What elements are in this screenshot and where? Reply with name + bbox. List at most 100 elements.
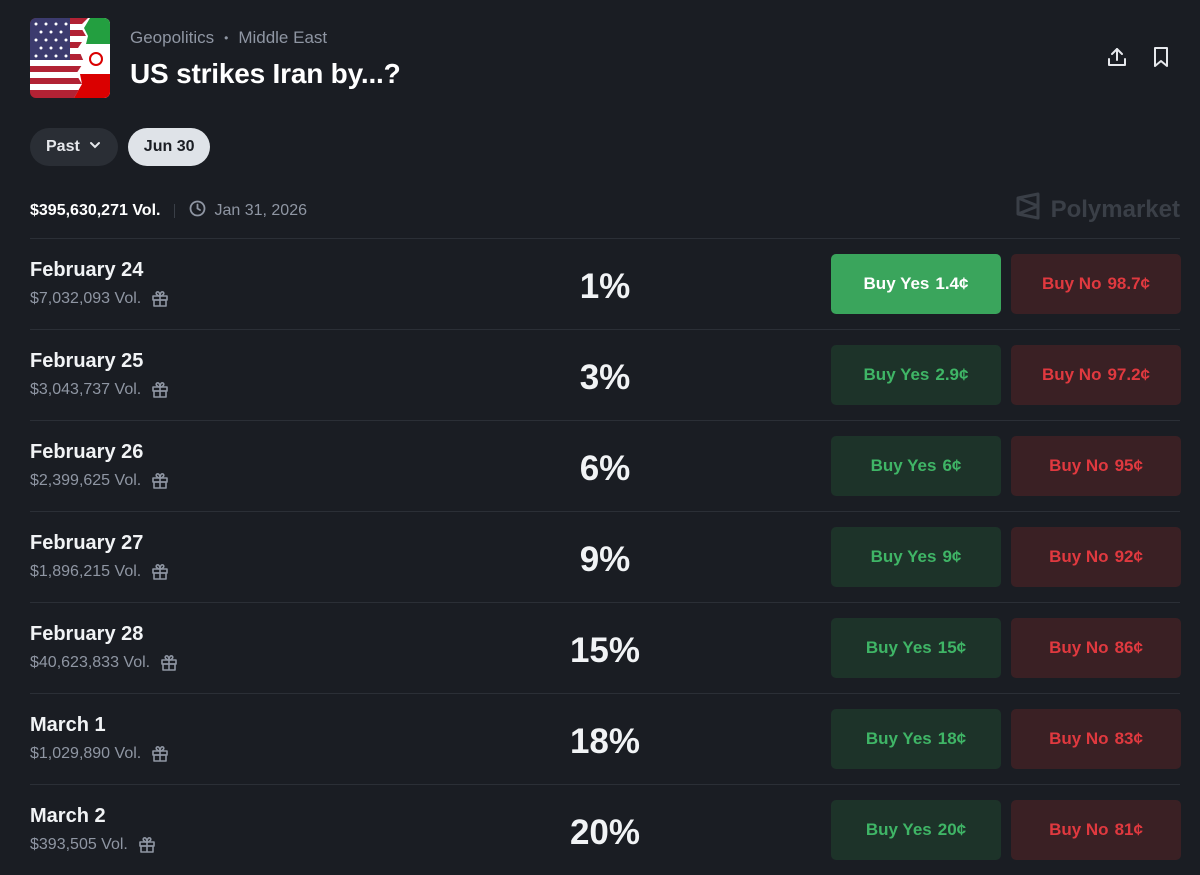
buy-no-label: Buy No <box>1041 274 1102 293</box>
buy-yes-price: 2.9¢ <box>935 365 969 384</box>
buy-no-price: 98.7¢ <box>1107 274 1151 293</box>
market-probability: 1% <box>579 267 631 306</box>
buy-no-button[interactable]: Buy No 98.7¢ <box>1011 254 1181 314</box>
buy-no-button[interactable]: Buy No 92¢ <box>1011 527 1181 587</box>
buy-yes-label: Buy Yes <box>870 456 937 475</box>
market-volume-text: $1,029,890 Vol. <box>30 745 142 762</box>
divider <box>174 204 176 218</box>
page-title: US strikes Iran by...? <box>130 58 401 89</box>
breadcrumb-category[interactable]: Geopolitics <box>130 28 214 48</box>
market-row[interactable]: March 1 $1,029,890 Vol. 18% Buy Yes 18¢ Buy N… <box>30 693 1181 784</box>
buy-yes-button[interactable]: Buy Yes 9¢ <box>831 527 1001 587</box>
gift-icon[interactable] <box>151 472 169 490</box>
buy-no-label: Buy No <box>1049 729 1109 748</box>
market-row[interactable]: February 24 $7,032,093 Vol. 1% Buy Yes 1.4¢ B… <box>30 238 1181 329</box>
buy-yes-button[interactable]: Buy Yes 20¢ <box>831 800 1001 860</box>
buy-no-price: 95¢ <box>1114 456 1143 475</box>
buy-no-price: 86¢ <box>1114 638 1143 657</box>
market-volume-text: $2,399,625 Vol. <box>30 472 142 489</box>
market-date: February 26 <box>30 441 144 463</box>
market-probability: 15% <box>569 631 641 670</box>
buy-no-button[interactable]: Buy No 83¢ <box>1011 709 1181 769</box>
buy-no-label: Buy No <box>1049 638 1109 657</box>
buy-no-label: Buy No <box>1049 456 1109 475</box>
date-filters: Past Jun 30 <box>30 128 211 166</box>
market-volume: $393,505 Vol. <box>30 836 156 854</box>
buy-yes-label: Buy Yes <box>865 638 932 657</box>
buy-yes-price: 1.4¢ <box>935 274 969 293</box>
market-volume-text: $40,623,833 Vol. <box>30 654 151 671</box>
market-row[interactable]: February 28 $40,623,833 Vol. 15% Buy Yes 15¢… <box>30 602 1181 693</box>
market-volume-text: $3,043,737 Vol. <box>30 381 142 398</box>
buy-no-price: 81¢ <box>1114 820 1143 839</box>
market-volume: $7,032,093 Vol. <box>30 290 169 308</box>
market-row[interactable]: February 25 $3,043,737 Vol. 3% Buy Yes 2.9¢ B… <box>30 329 1181 420</box>
market-date: February 24 <box>30 259 144 281</box>
date-filter-button[interactable]: Jun 30 <box>127 128 211 166</box>
buy-no-label: Buy No <box>1049 547 1109 566</box>
market-meta: $395,630,271 Vol. Jan 31, 2026 <box>30 200 307 222</box>
buy-yes-price: 18¢ <box>937 729 967 748</box>
buy-no-button[interactable]: Buy No 81¢ <box>1011 800 1181 860</box>
header-actions <box>1106 46 1172 68</box>
gift-icon[interactable] <box>151 290 169 308</box>
market-row[interactable]: February 27 $1,896,215 Vol. 9% Buy Yes 9¢ Buy… <box>30 511 1181 602</box>
market-row[interactable]: February 26 $2,399,625 Vol. 6% Buy Yes 6¢ Buy… <box>30 420 1181 511</box>
bookmark-icon[interactable] <box>1150 46 1172 68</box>
market-image-flags-icon <box>30 18 110 98</box>
date-filter-label: Jun 30 <box>143 138 195 155</box>
past-dropdown[interactable]: Past <box>30 128 118 166</box>
buy-yes-label: Buy Yes <box>870 547 937 566</box>
past-dropdown-label: Past <box>46 138 80 155</box>
buy-yes-price: 9¢ <box>942 547 962 566</box>
clock-icon <box>189 200 206 222</box>
breadcrumb-subcategory[interactable]: Middle East <box>238 28 327 48</box>
buy-yes-price: 6¢ <box>942 456 962 475</box>
market-row[interactable]: March 2 $393,505 Vol. 20% Buy Yes 20¢ Buy No 8… <box>30 784 1181 875</box>
gift-icon[interactable] <box>151 381 169 399</box>
market-volume: $1,896,215 Vol. <box>30 563 169 581</box>
end-date: Jan 31, 2026 <box>189 200 307 222</box>
buy-yes-button[interactable]: Buy Yes 6¢ <box>831 436 1001 496</box>
market-probability: 9% <box>579 540 631 579</box>
market-date: March 2 <box>30 805 106 827</box>
breadcrumb: Geopolitics • Middle East <box>130 28 327 48</box>
market-header: Geopolitics • Middle East US strikes Ira… <box>30 18 1180 100</box>
buy-yes-label: Buy Yes <box>863 365 930 384</box>
buy-no-label: Buy No <box>1049 820 1109 839</box>
brand-name: Polymarket <box>1050 195 1180 223</box>
buy-yes-button[interactable]: Buy Yes 2.9¢ <box>831 345 1001 405</box>
buy-no-price: 97.2¢ <box>1107 365 1151 384</box>
market-volume: $3,043,737 Vol. <box>30 381 169 399</box>
gift-icon[interactable] <box>160 654 178 672</box>
market-date: February 27 <box>30 532 144 554</box>
buy-no-button[interactable]: Buy No 86¢ <box>1011 618 1181 678</box>
gift-icon[interactable] <box>151 745 169 763</box>
buy-no-label: Buy No <box>1041 365 1102 384</box>
market-volume: $1,029,890 Vol. <box>30 745 169 763</box>
market-probability: 20% <box>569 813 641 852</box>
buy-yes-button[interactable]: Buy Yes 18¢ <box>831 709 1001 769</box>
total-volume: $395,630,271 Vol. <box>30 202 161 219</box>
chevron-down-icon <box>88 138 102 157</box>
gift-icon[interactable] <box>138 836 156 854</box>
share-icon[interactable] <box>1106 46 1128 68</box>
gift-icon[interactable] <box>151 563 169 581</box>
buy-yes-price: 20¢ <box>937 820 967 839</box>
market-volume-text: $7,032,093 Vol. <box>30 290 142 307</box>
buy-no-button[interactable]: Buy No 97.2¢ <box>1011 345 1181 405</box>
polymarket-logo-icon <box>1015 192 1041 227</box>
buy-yes-button[interactable]: Buy Yes 1.4¢ <box>831 254 1001 314</box>
market-volume: $2,399,625 Vol. <box>30 472 169 490</box>
market-volume: $40,623,833 Vol. <box>30 654 178 672</box>
buy-yes-button[interactable]: Buy Yes 15¢ <box>831 618 1001 678</box>
market-volume-text: $1,896,215 Vol. <box>30 563 142 580</box>
market-list: February 24 $7,032,093 Vol. 1% Buy Yes 1.4¢ B… <box>30 238 1181 875</box>
market-date: February 28 <box>30 623 144 645</box>
buy-no-price: 92¢ <box>1114 547 1143 566</box>
market-probability: 3% <box>579 358 631 397</box>
buy-yes-label: Buy Yes <box>865 729 932 748</box>
buy-no-button[interactable]: Buy No 95¢ <box>1011 436 1181 496</box>
market-date: February 25 <box>30 350 144 372</box>
market-date: March 1 <box>30 714 106 736</box>
